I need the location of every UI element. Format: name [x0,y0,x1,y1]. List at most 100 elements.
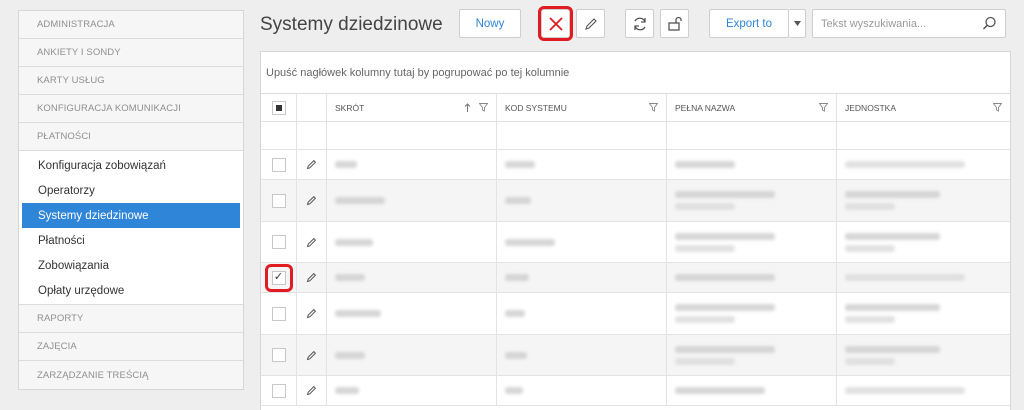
redacted-text [675,304,775,311]
sidebar-item-1[interactable]: Operatorzy [22,178,240,203]
redacted-text [845,316,895,323]
cell-nazwa [667,150,837,179]
edit-pencil-icon[interactable] [306,195,317,206]
redacted-text [845,161,965,168]
cell-skrot [327,150,497,179]
table-row[interactable] [261,293,1010,335]
cell-kod [497,150,667,179]
row-edit-cell [297,222,327,262]
cell-nazwa [667,263,837,292]
group-panel[interactable]: Upuść nagłówek kolumny tutaj by pogrupow… [261,52,1010,94]
redacted-text [335,238,373,246]
sidebar-bottom-section-0[interactable]: RAPORTY [19,305,243,333]
filter-row [261,122,1010,150]
table-row[interactable] [261,376,1010,406]
table-row[interactable] [261,335,1010,376]
filter-funnel-icon[interactable] [993,103,1002,112]
row-checkbox[interactable] [271,157,286,172]
edit-pencil-icon[interactable] [306,308,317,319]
sidebar-item-4[interactable]: Zobowiązania [22,253,240,278]
sidebar-item-2[interactable]: Systemy dziedzinowe [22,203,240,228]
edit-pencil-icon[interactable] [306,237,317,248]
row-select-cell [261,376,297,405]
filter-funnel-icon[interactable] [479,103,488,112]
edit-pencil-icon[interactable] [306,159,317,170]
row-edit-cell [297,335,327,375]
cell-skrot [327,335,497,375]
col-header-kod[interactable]: KOD SYSTEMU [497,94,667,121]
export-dropdown-button[interactable] [789,9,806,38]
redacted-text [675,274,775,281]
table-row[interactable] [261,222,1010,263]
search-icon[interactable] [982,16,997,31]
redacted-text [505,197,531,204]
col-header-nazwa[interactable]: PEŁNA NAZWA [667,94,837,121]
sidebar-section-0[interactable]: ADMINISTRACJA [19,11,243,39]
edit-button[interactable] [576,9,605,38]
col-header-jednostka[interactable]: JEDNOSTKA [837,94,1010,121]
row-checkbox[interactable] [271,383,286,398]
filter-funnel-icon[interactable] [819,103,828,112]
cell-nazwa [667,376,837,405]
filter-cell [261,122,297,149]
row-checkbox[interactable] [271,235,286,249]
col-header-skrot[interactable]: SKRÓT [327,94,497,121]
redacted-text [335,310,381,317]
row-edit-cell [297,263,327,292]
edit-pencil-icon[interactable] [306,272,317,283]
sidebar-bottom-section-1[interactable]: ZAJĘCIA [19,333,243,361]
sidebar-item-0[interactable]: Konfiguracja zobowiązań [22,153,240,178]
row-checkbox[interactable] [271,348,286,362]
filter-cell-nazwa[interactable] [667,122,837,149]
redacted-text [505,351,527,359]
delete-x-icon [548,16,563,31]
sidebar-section-2[interactable]: KARTY USŁUG [19,67,243,95]
export-button[interactable]: Export to [709,9,789,38]
payments-submenu: Konfiguracja zobowiązań Operatorzy Systemy… [19,151,243,305]
filter-cell-kod[interactable] [497,122,667,149]
row-select-cell [261,180,297,221]
edit-pencil-icon[interactable] [306,350,317,361]
new-button[interactable]: Nowy [459,9,521,38]
refresh-button[interactable] [625,9,654,38]
filter-cell-skrot[interactable] [327,122,497,149]
page-title: Systemy dziedzinowe [260,14,443,35]
sidebar-item-5[interactable]: Opłaty urzędowe [22,278,240,303]
redacted-text [335,274,365,281]
export-button-label: Export to [725,17,773,30]
table-row[interactable]: ✓ [261,263,1010,293]
sidebar-section-1[interactable]: ANKIETY I SONDY [19,39,243,67]
search-input[interactable] [821,17,982,30]
cell-lines [845,304,940,323]
redacted-text [505,161,535,168]
cell-lines [845,191,940,210]
sidebar-section-3[interactable]: KONFIGURACJA KOMUNIKACJI [19,95,243,123]
cell-kod [497,335,667,375]
col-label: SKRÓT [335,102,365,113]
delete-button[interactable] [538,6,573,41]
row-checkbox-wrap: ✓ [264,263,293,292]
redacted-text [675,191,775,198]
edit-pencil-icon[interactable] [306,385,317,396]
sidebar-section-4[interactable]: PŁATNOŚCI [19,123,243,151]
sidebar-bottom-section-2[interactable]: ZARZĄDZANIE TREŚCIĄ [19,361,243,389]
table-row[interactable] [261,150,1010,180]
row-select-cell [261,150,297,179]
row-checkbox[interactable] [271,193,286,208]
row-checkbox[interactable]: ✓ [271,270,286,285]
select-all-checkbox[interactable] [271,100,286,115]
unlock-button[interactable] [660,9,689,38]
filter-cell-jednostka[interactable] [837,122,1010,149]
edit-col-header [297,94,327,121]
cell-kod [497,293,667,334]
row-checkbox[interactable] [271,306,286,321]
col-label: PEŁNA NAZWA [675,102,736,113]
cell-jednostka [837,376,1010,405]
table-row[interactable] [261,180,1010,222]
sidebar-item-3[interactable]: Płatności [22,228,240,253]
row-edit-cell [297,150,327,179]
filter-funnel-icon[interactable] [649,103,658,112]
unlock-icon [667,16,682,31]
cell-jednostka [837,263,1010,292]
redacted-text [505,238,555,246]
